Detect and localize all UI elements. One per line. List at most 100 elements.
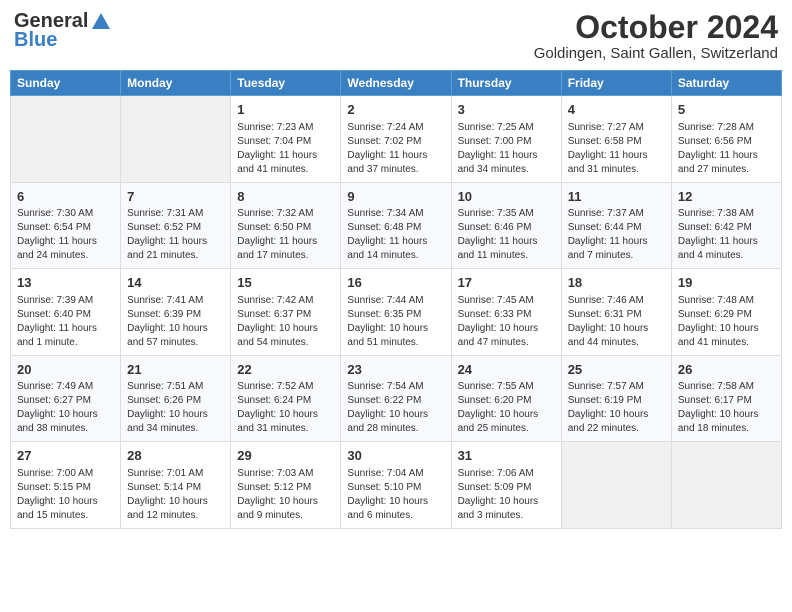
calendar-cell: 24Sunrise: 7:55 AMSunset: 6:20 PMDayligh…	[451, 355, 561, 442]
day-number: 31	[458, 447, 555, 465]
logo-blue-text: Blue	[14, 29, 57, 52]
calendar-cell: 20Sunrise: 7:49 AMSunset: 6:27 PMDayligh…	[11, 355, 121, 442]
day-info: Sunrise: 7:54 AMSunset: 6:22 PMDaylight:…	[347, 380, 444, 436]
calendar-cell: 1 Sunrise: 7:23 AMSunset: 7:04 PMDaylight…	[231, 96, 341, 183]
day-info: Sunrise: 7:51 AMSunset: 6:26 PMDaylight:…	[127, 380, 224, 436]
calendar-day-header: Tuesday	[231, 71, 341, 96]
calendar-table: SundayMondayTuesdayWednesdayThursdayFrid…	[10, 70, 782, 529]
calendar-cell	[11, 96, 121, 183]
day-info: Sunrise: 7:58 AMSunset: 6:17 PMDaylight:…	[678, 380, 775, 436]
day-info: Sunrise: 7:32 AMSunset: 6:50 PMDaylight:…	[237, 207, 334, 263]
calendar-day-header: Sunday	[11, 71, 121, 96]
calendar-week-row: 1 Sunrise: 7:23 AMSunset: 7:04 PMDaylight…	[11, 96, 782, 183]
calendar-cell: 25Sunrise: 7:57 AMSunset: 6:19 PMDayligh…	[561, 355, 671, 442]
calendar-cell: 31Sunrise: 7:06 AMSunset: 5:09 PMDayligh…	[451, 442, 561, 529]
calendar-week-row: 6Sunrise: 7:30 AMSunset: 6:54 PMDaylight…	[11, 182, 782, 269]
day-number: 26	[678, 361, 775, 379]
calendar-cell: 17 Sunrise: 7:45 AMSunset: 6:33 PMDayligh…	[451, 269, 561, 356]
day-info: Sunrise: 7:45 AMSunset: 6:33 PMDaylight:…	[458, 294, 555, 350]
calendar-cell: 15 Sunrise: 7:42 AMSunset: 6:37 PMDayligh…	[231, 269, 341, 356]
day-number: 1	[237, 101, 334, 119]
calendar-cell: 8Sunrise: 7:32 AMSunset: 6:50 PMDaylight…	[231, 182, 341, 269]
calendar-cell: 29 Sunrise: 7:03 AMSunset: 5:12 PMDayligh…	[231, 442, 341, 529]
day-info: Sunrise: 7:42 AMSunset: 6:37 PMDaylight:…	[237, 294, 334, 350]
calendar-cell: 23Sunrise: 7:54 AMSunset: 6:22 PMDayligh…	[341, 355, 451, 442]
logo: General Blue	[14, 10, 112, 52]
calendar-cell: 26Sunrise: 7:58 AMSunset: 6:17 PMDayligh…	[671, 355, 781, 442]
logo-icon	[90, 11, 112, 33]
calendar-day-header: Thursday	[451, 71, 561, 96]
calendar-cell: 9Sunrise: 7:34 AMSunset: 6:48 PMDaylight…	[341, 182, 451, 269]
day-number: 2	[347, 101, 444, 119]
day-info: Sunrise: 7:39 AMSunset: 6:40 PMDaylight:…	[17, 294, 114, 350]
day-info: Sunrise: 7:48 AMSunset: 6:29 PMDaylight:…	[678, 294, 775, 350]
day-number: 13	[17, 274, 114, 292]
day-number: 3	[458, 101, 555, 119]
calendar-cell: 6Sunrise: 7:30 AMSunset: 6:54 PMDaylight…	[11, 182, 121, 269]
day-number: 27	[17, 447, 114, 465]
day-number: 19	[678, 274, 775, 292]
day-info: Sunrise: 7:37 AMSunset: 6:44 PMDaylight:…	[568, 207, 665, 263]
day-info: Sunrise: 7:01 AMSunset: 5:14 PMDaylight:…	[127, 467, 224, 523]
day-number: 25	[568, 361, 665, 379]
day-info: Sunrise: 7:34 AMSunset: 6:48 PMDaylight:…	[347, 207, 444, 263]
calendar-cell: 27 Sunrise: 7:00 AMSunset: 5:15 PMDayligh…	[11, 442, 121, 529]
day-number: 24	[458, 361, 555, 379]
calendar-cell: 12Sunrise: 7:38 AMSunset: 6:42 PMDayligh…	[671, 182, 781, 269]
day-number: 8	[237, 188, 334, 206]
calendar-cell: 5 Sunrise: 7:28 AMSunset: 6:56 PMDaylight…	[671, 96, 781, 183]
day-number: 15	[237, 274, 334, 292]
calendar-week-row: 27 Sunrise: 7:00 AMSunset: 5:15 PMDayligh…	[11, 442, 782, 529]
day-number: 12	[678, 188, 775, 206]
day-number: 14	[127, 274, 224, 292]
day-number: 29	[237, 447, 334, 465]
day-info: Sunrise: 7:24 AMSunset: 7:02 PMDaylight:…	[347, 121, 444, 177]
calendar-day-header: Wednesday	[341, 71, 451, 96]
day-info: Sunrise: 7:49 AMSunset: 6:27 PMDaylight:…	[17, 380, 114, 436]
calendar-cell: 16Sunrise: 7:44 AMSunset: 6:35 PMDayligh…	[341, 269, 451, 356]
calendar-header-row: SundayMondayTuesdayWednesdayThursdayFrid…	[11, 71, 782, 96]
day-number: 9	[347, 188, 444, 206]
day-info: Sunrise: 7:23 AMSunset: 7:04 PMDaylight:…	[237, 121, 334, 177]
calendar-cell: 22Sunrise: 7:52 AMSunset: 6:24 PMDayligh…	[231, 355, 341, 442]
day-info: Sunrise: 7:00 AMSunset: 5:15 PMDaylight:…	[17, 467, 114, 523]
day-info: Sunrise: 7:55 AMSunset: 6:20 PMDaylight:…	[458, 380, 555, 436]
calendar-cell: 11Sunrise: 7:37 AMSunset: 6:44 PMDayligh…	[561, 182, 671, 269]
day-info: Sunrise: 7:30 AMSunset: 6:54 PMDaylight:…	[17, 207, 114, 263]
day-number: 7	[127, 188, 224, 206]
day-info: Sunrise: 7:03 AMSunset: 5:12 PMDaylight:…	[237, 467, 334, 523]
day-info: Sunrise: 7:31 AMSunset: 6:52 PMDaylight:…	[127, 207, 224, 263]
day-info: Sunrise: 7:25 AMSunset: 7:00 PMDaylight:…	[458, 121, 555, 177]
day-number: 28	[127, 447, 224, 465]
calendar-cell: 7Sunrise: 7:31 AMSunset: 6:52 PMDaylight…	[121, 182, 231, 269]
day-info: Sunrise: 7:52 AMSunset: 6:24 PMDaylight:…	[237, 380, 334, 436]
day-number: 22	[237, 361, 334, 379]
day-number: 21	[127, 361, 224, 379]
calendar-week-row: 13 Sunrise: 7:39 AMSunset: 6:40 PMDayligh…	[11, 269, 782, 356]
calendar-cell: 21Sunrise: 7:51 AMSunset: 6:26 PMDayligh…	[121, 355, 231, 442]
day-info: Sunrise: 7:57 AMSunset: 6:19 PMDaylight:…	[568, 380, 665, 436]
day-number: 18	[568, 274, 665, 292]
day-info: Sunrise: 7:27 AMSunset: 6:58 PMDaylight:…	[568, 121, 665, 177]
day-number: 23	[347, 361, 444, 379]
calendar-day-header: Saturday	[671, 71, 781, 96]
calendar-cell: 19 Sunrise: 7:48 AMSunset: 6:29 PMDayligh…	[671, 269, 781, 356]
calendar-cell: 18 Sunrise: 7:46 AMSunset: 6:31 PMDayligh…	[561, 269, 671, 356]
day-info: Sunrise: 7:35 AMSunset: 6:46 PMDaylight:…	[458, 207, 555, 263]
day-number: 16	[347, 274, 444, 292]
calendar-cell: 28 Sunrise: 7:01 AMSunset: 5:14 PMDayligh…	[121, 442, 231, 529]
day-number: 10	[458, 188, 555, 206]
day-number: 6	[17, 188, 114, 206]
calendar-cell: 2 Sunrise: 7:24 AMSunset: 7:02 PMDaylight…	[341, 96, 451, 183]
calendar-cell	[561, 442, 671, 529]
day-info: Sunrise: 7:28 AMSunset: 6:56 PMDaylight:…	[678, 121, 775, 177]
calendar-day-header: Friday	[561, 71, 671, 96]
day-info: Sunrise: 7:41 AMSunset: 6:39 PMDaylight:…	[127, 294, 224, 350]
day-number: 4	[568, 101, 665, 119]
day-info: Sunrise: 7:46 AMSunset: 6:31 PMDaylight:…	[568, 294, 665, 350]
calendar-day-header: Monday	[121, 71, 231, 96]
day-number: 5	[678, 101, 775, 119]
calendar-cell: 14 Sunrise: 7:41 AMSunset: 6:39 PMDayligh…	[121, 269, 231, 356]
day-number: 17	[458, 274, 555, 292]
day-number: 20	[17, 361, 114, 379]
